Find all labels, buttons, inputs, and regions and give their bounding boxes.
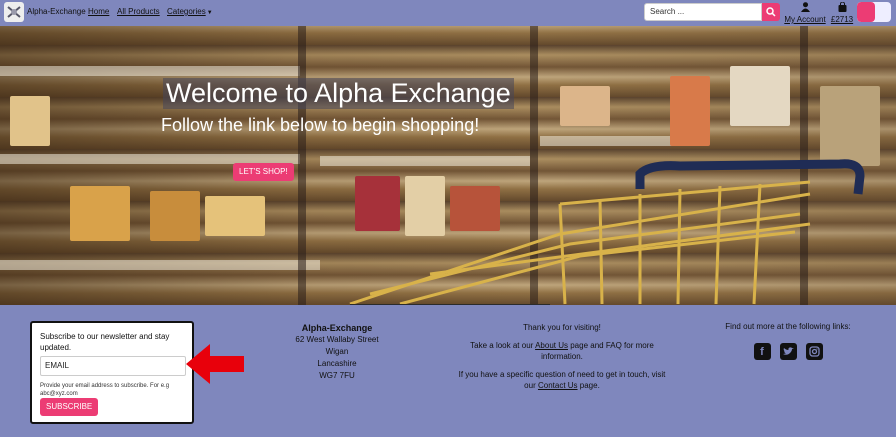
hero-subtitle: Follow the link below to begin shopping! — [161, 115, 480, 135]
email-field[interactable]: EMAIL — [40, 356, 186, 376]
instagram-icon[interactable] — [805, 343, 823, 360]
newsletter-box: Subscribe to our newsletter and stay upd… — [30, 321, 194, 424]
logo[interactable] — [4, 2, 24, 22]
categories-label: Categories — [167, 7, 206, 16]
product-shape — [670, 76, 710, 146]
navbar: Alpha-Exchange Home All Products Categor… — [0, 0, 896, 26]
my-account-label: My Account — [784, 15, 826, 24]
brand-name[interactable]: Alpha-Exchange — [27, 7, 86, 16]
product-shape — [70, 186, 130, 241]
product-shape — [730, 66, 790, 126]
company-address: Alpha-Exchange 62 West Wallaby Street Wi… — [270, 322, 404, 382]
address-postcode: WG7 7FU — [319, 371, 355, 380]
hero-banner: Welcome to Alpha Exchange Follow the lin… — [0, 26, 896, 305]
twitter-bird-shape — [782, 347, 794, 355]
nav-link-categories[interactable]: Categories▼ — [167, 7, 213, 16]
fridge-frame — [298, 26, 306, 305]
shelf — [0, 260, 320, 270]
basket-total: £2713 — [830, 15, 854, 24]
email-help-text: Provide your email address to subscribe.… — [40, 383, 170, 397]
about-us-link[interactable]: About Us — [535, 341, 568, 350]
shopping-cart-image — [349, 159, 865, 305]
product-shape — [205, 196, 265, 236]
shelf — [0, 66, 300, 76]
footer: Subscribe to our newsletter and stay upd… — [0, 305, 896, 437]
my-account-link[interactable]: My Account — [783, 2, 827, 24]
thanks-text: Thank you for visiting! — [523, 323, 601, 332]
newsletter-text: Subscribe to our newsletter and stay upd… — [40, 332, 170, 352]
shopping-bag-icon — [838, 1, 846, 12]
search-button[interactable] — [762, 3, 780, 21]
caret-down-icon: ▼ — [206, 10, 213, 16]
facebook-icon[interactable]: f — [753, 343, 771, 360]
hero-title: Welcome to Alpha Exchange — [163, 78, 514, 109]
twitter-icon[interactable] — [779, 343, 797, 360]
social-heading: Find out more at the following links: — [725, 322, 851, 331]
theme-toggle[interactable] — [857, 2, 891, 22]
social-section: Find out more at the following links: f — [700, 322, 876, 360]
search-icon — [766, 7, 776, 17]
about-paragraph: Take a look at our About Us page and FAQ… — [452, 340, 672, 362]
logo-icon — [7, 6, 21, 18]
red-arrow-annotation — [186, 344, 244, 384]
info-section: Thank you for visiting! Take a look at o… — [452, 322, 672, 398]
address-line: 62 West Wallaby Street — [295, 335, 379, 344]
subscribe-button[interactable]: SUBSCRIBE — [40, 398, 99, 416]
address-line: Lancashire — [317, 359, 357, 368]
contact-paragraph: If you have a specific question of need … — [452, 369, 672, 391]
contact-text-after: page. — [579, 381, 600, 390]
address-line: Wigan — [325, 347, 349, 356]
contact-us-link[interactable]: Contact Us — [538, 381, 578, 390]
toggle-knob — [857, 2, 875, 22]
product-shape — [150, 191, 200, 241]
search-input[interactable]: Search ... — [644, 3, 762, 21]
nav-link-all-products[interactable]: All Products — [117, 7, 160, 16]
product-shape — [10, 96, 50, 146]
nav-link-home[interactable]: Home — [88, 7, 109, 16]
user-icon — [800, 2, 810, 12]
product-shape — [560, 86, 610, 126]
company-name: Alpha-Exchange — [301, 323, 373, 333]
lets-shop-button[interactable]: LET'S SHOP! — [233, 163, 294, 181]
social-icons: f — [700, 343, 876, 360]
about-text-before: Take a look at our — [470, 341, 534, 350]
instagram-camera-shape — [808, 346, 820, 357]
basket-link[interactable]: £2713 — [829, 1, 855, 24]
